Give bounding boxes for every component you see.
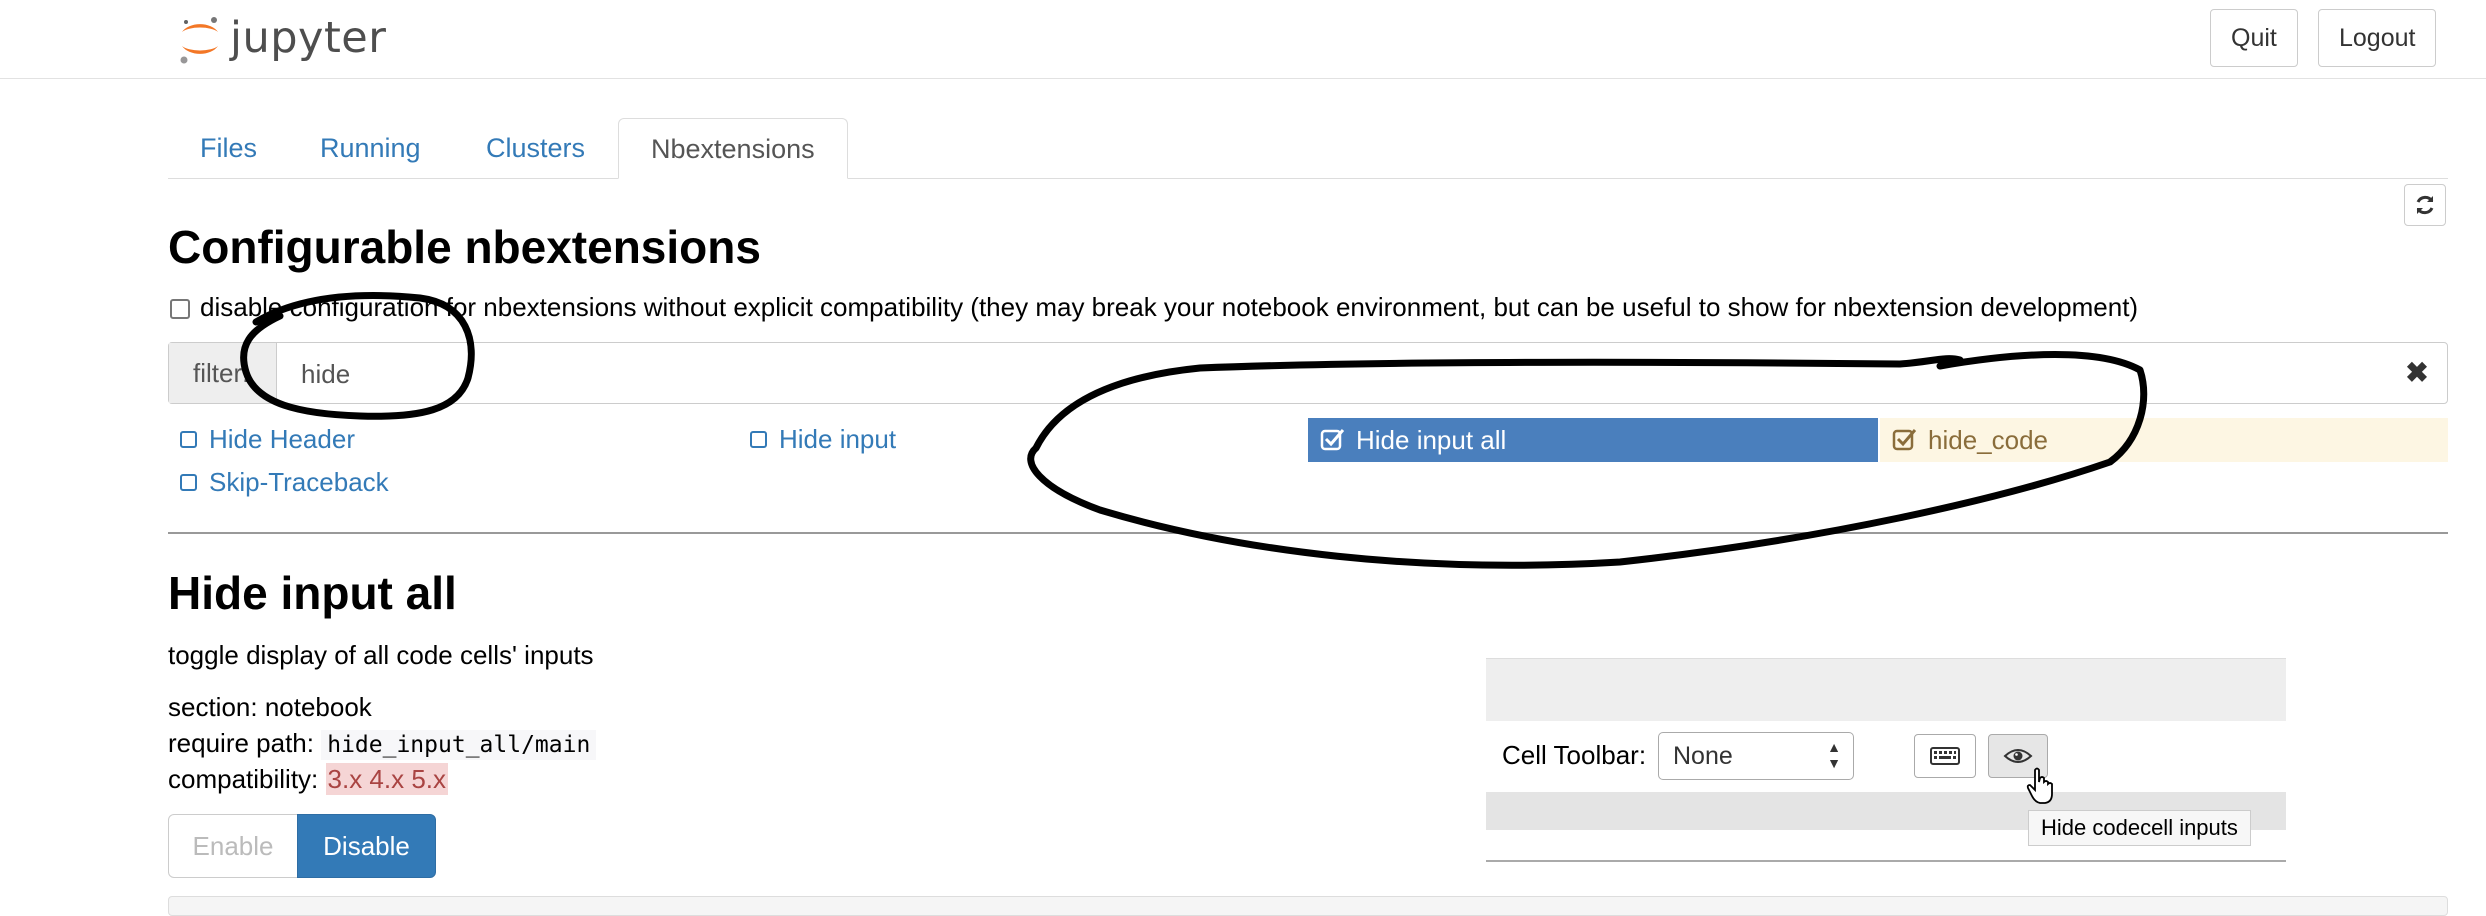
disable-config-checkbox[interactable] [170,299,190,319]
tab-bar: Files Running Clusters Nbextensions [168,118,2448,179]
refresh-button[interactable] [2404,184,2446,226]
require-path-row: require path: hide_input_all/main [168,728,597,760]
logout-button[interactable]: Logout [2318,9,2437,67]
extension-detail-title: Hide input all [168,567,457,619]
compatibility-value: 3.x 4.x 5.x [325,763,449,795]
page-title: Configurable nbextensions [168,221,761,273]
require-path-value: hide_input_all/main [321,730,597,760]
eye-icon [2003,749,2033,763]
extension-label: Hide Header [209,423,355,454]
compatibility-label: compatibility: [168,764,319,794]
filter-label: filter: [169,343,277,403]
extension-preview-image: Cell Toolbar: None ▲ ▼ Hide codecell inpu… [1486,658,2286,876]
extension-label: Hide input all [1356,424,1507,455]
keyboard-button [1914,734,1976,778]
section-label: section: notebook [168,692,372,722]
extension-label: hide_code [1928,424,2048,455]
extension-description: toggle display of all code cells' inputs [168,640,594,670]
extension-item-hide-header[interactable]: Hide Header [168,418,355,460]
extension-item-skip-traceback[interactable]: Skip-Traceback [168,461,389,503]
extension-item-hide-code[interactable]: hide_code [1880,418,2448,462]
section-divider [168,532,2448,534]
refresh-icon [2416,195,2434,215]
checkbox-icon [750,430,767,448]
checked-checkbox-icon [1892,429,1917,451]
enable-button[interactable]: Enable [168,814,298,878]
extension-item-hide-input-all[interactable]: Hide input all [1308,418,1878,462]
keyboard-icon [1930,747,1960,765]
preview-header-band [1486,658,2286,721]
filter-input[interactable] [279,343,2403,405]
select-arrows-icon: ▲ ▼ [1827,739,1841,771]
checkbox-icon [180,430,197,448]
cell-toolbar-select: None ▲ ▼ [1658,732,1854,780]
filter-group: filter: ✖ [168,342,2448,405]
select-value: None [1673,742,1733,770]
checked-checkbox-icon [1320,429,1345,451]
extension-label: Hide input [779,423,897,454]
disable-config-label: disable configuration for nbextensions w… [200,292,2139,322]
tab-files[interactable]: Files [168,118,289,178]
close-icon[interactable]: ✖ [2397,353,2437,393]
require-path-label: require path: [168,728,314,758]
checkbox-icon [180,473,197,491]
tooltip: Hide codecell inputs [2028,810,2251,846]
quit-button[interactable]: Quit [2210,9,2298,67]
logo-text: jupyter [230,13,387,63]
parameters-panel [168,896,2448,916]
tab-nbextensions[interactable]: Nbextensions [618,118,848,179]
extension-item-hide-input[interactable]: Hide input [738,418,896,460]
hand-cursor-icon [2026,767,2053,804]
disable-button[interactable]: Disable [297,814,436,878]
tab-clusters[interactable]: Clusters [454,118,617,178]
jupyter-logo[interactable]: jupyter [176,8,386,68]
extension-label: Skip-Traceback [209,466,389,497]
preview-cell-border [1486,860,2286,862]
cell-toolbar-label: Cell Toolbar: [1502,740,1647,770]
compatibility-row: compatibility: 3.x 4.x 5.x [168,763,449,795]
tab-running[interactable]: Running [288,118,453,178]
jupyter-logo-icon [180,17,218,64]
